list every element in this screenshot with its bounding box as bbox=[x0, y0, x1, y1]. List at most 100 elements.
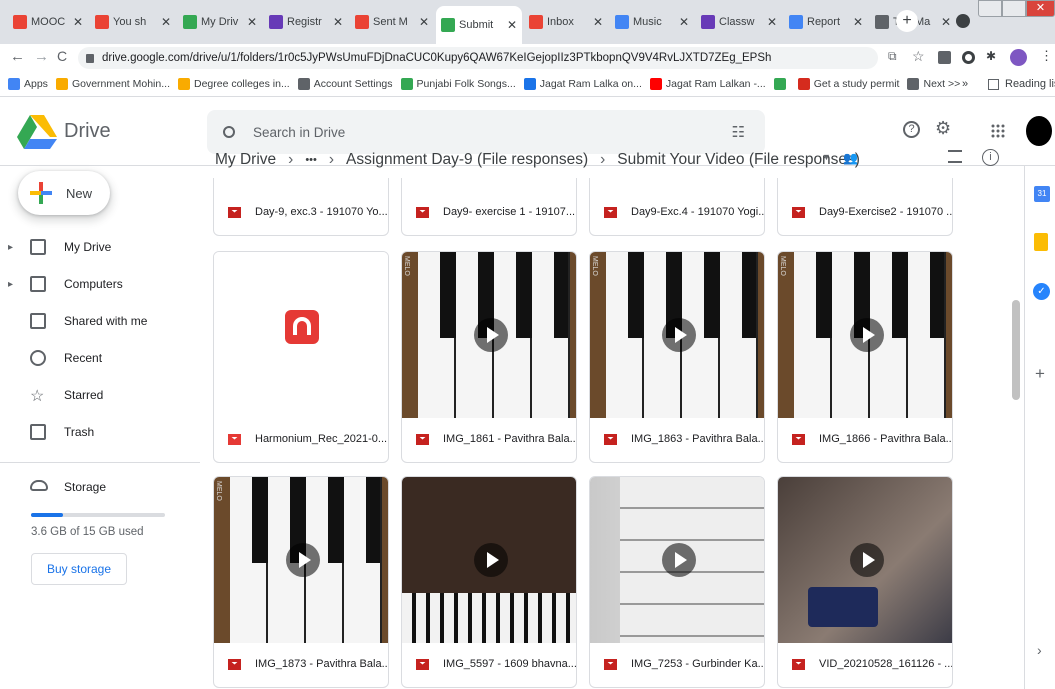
browser-tab[interactable]: Music ✕ bbox=[610, 8, 694, 36]
url-field[interactable]: drive.google.com/drive/u/1/folders/1r0c5… bbox=[78, 47, 878, 69]
browser-tab[interactable]: Sent M ✕ bbox=[350, 8, 434, 36]
bookmark-item[interactable]: Degree colleges in... bbox=[177, 78, 290, 90]
extension-b-icon[interactable] bbox=[938, 51, 951, 64]
list-view-icon[interactable] bbox=[948, 150, 962, 163]
bookmark-item[interactable]: Next >> bbox=[907, 78, 960, 90]
file-card[interactable]: IMG_5597 - 1609 bhavna... bbox=[401, 476, 577, 688]
reading-list[interactable]: Reading list bbox=[1005, 78, 1055, 90]
file-card[interactable]: Day9-Exc.4 - 191070 Yogi... bbox=[589, 178, 765, 236]
sidebar-item-starred[interactable]: ☆ Starred bbox=[0, 380, 200, 410]
settings-gear-icon[interactable]: ⚙ bbox=[935, 118, 951, 139]
new-button[interactable]: New bbox=[18, 171, 110, 215]
search-input[interactable]: Search in Drive bbox=[253, 125, 345, 140]
expand-arrow-icon[interactable]: ▸ bbox=[8, 279, 13, 290]
play-icon[interactable] bbox=[850, 318, 884, 352]
sidebar-item-recent[interactable]: Recent bbox=[0, 343, 200, 373]
sidebar-item-my-drive[interactable]: ▸ My Drive bbox=[0, 232, 200, 262]
minimize-icon[interactable] bbox=[978, 0, 1002, 17]
close-tab-icon[interactable]: ✕ bbox=[417, 15, 429, 29]
apps-grid-icon[interactable] bbox=[991, 124, 1005, 138]
expand-panel-icon[interactable]: › bbox=[1037, 642, 1042, 658]
install-icon[interactable]: ⧉ bbox=[888, 49, 897, 64]
bookmark-star-icon[interactable]: ☆ bbox=[912, 48, 925, 65]
file-card[interactable]: MELO IMG_1863 - Pavithra Bala... bbox=[589, 251, 765, 463]
file-card[interactable]: Harmonium_Rec_2021-0... bbox=[213, 251, 389, 463]
browser-tab[interactable]: Inbox ✕ bbox=[524, 8, 608, 36]
file-card[interactable]: MELO IMG_1861 - Pavithra Bala... bbox=[401, 251, 577, 463]
browser-tab[interactable]: Classw ✕ bbox=[696, 8, 782, 36]
browser-tab[interactable]: My Driv ✕ bbox=[178, 8, 262, 36]
app-name[interactable]: Drive bbox=[64, 120, 111, 143]
play-icon[interactable] bbox=[662, 318, 696, 352]
bookmark-item[interactable]: Punjabi Folk Songs... bbox=[400, 78, 516, 90]
close-tab-icon[interactable]: ✕ bbox=[939, 15, 951, 29]
reload-icon[interactable]: C bbox=[57, 48, 67, 64]
browser-tab[interactable]: Report ✕ bbox=[784, 8, 868, 36]
bookmark-item[interactable]: Get a study permit bbox=[797, 78, 899, 90]
reading-list-icon[interactable] bbox=[988, 79, 999, 90]
extensions-puzzle-icon[interactable]: ✱ bbox=[986, 49, 996, 63]
close-tab-icon[interactable]: ✕ bbox=[331, 15, 343, 29]
search-options-icon[interactable]: ☷ bbox=[732, 123, 745, 141]
play-icon[interactable] bbox=[286, 543, 320, 577]
play-icon[interactable] bbox=[662, 543, 696, 577]
bookmark-item[interactable]: Account Settings bbox=[297, 78, 393, 90]
account-avatar[interactable] bbox=[1026, 116, 1052, 146]
play-icon[interactable] bbox=[850, 543, 884, 577]
profile-icon[interactable] bbox=[956, 14, 970, 28]
account-avatar-icon[interactable] bbox=[1010, 49, 1027, 66]
bookmark-item[interactable]: Apps bbox=[8, 78, 48, 90]
scrollbar[interactable] bbox=[1012, 300, 1020, 400]
file-card[interactable]: MELO IMG_1866 - Pavithra Bala... bbox=[777, 251, 953, 463]
info-icon[interactable]: i bbox=[982, 149, 999, 166]
breadcrumb-dropdown-icon[interactable]: ▼ bbox=[822, 152, 831, 162]
shared-folder-icon[interactable]: 👥 bbox=[843, 151, 858, 165]
close-tab-icon[interactable]: ✕ bbox=[245, 15, 257, 29]
close-tab-icon[interactable]: ✕ bbox=[159, 15, 171, 29]
sidebar-item-shared-with-me[interactable]: Shared with me bbox=[0, 306, 200, 336]
keep-icon[interactable] bbox=[1034, 233, 1048, 251]
bookmark-item[interactable]: Jagat Ram Lalka on... bbox=[523, 78, 642, 90]
drive-logo-icon[interactable] bbox=[17, 115, 57, 149]
play-icon[interactable] bbox=[474, 543, 508, 577]
file-card[interactable]: IMG_7253 - Gurbinder Ka... bbox=[589, 476, 765, 688]
search-icon[interactable] bbox=[223, 126, 235, 138]
browser-tab[interactable]: MOOC ✕ bbox=[8, 8, 88, 36]
play-icon[interactable] bbox=[474, 318, 508, 352]
file-card[interactable]: Day-9, exc.3 - 191070 Yo... bbox=[213, 178, 389, 236]
buy-storage-button[interactable]: Buy storage bbox=[31, 553, 127, 585]
browser-tab[interactable]: Registr ✕ bbox=[264, 8, 348, 36]
breadcrumb-overflow[interactable]: ••• bbox=[305, 154, 317, 166]
bookmark-item[interactable]: Jagat Ram Lalkan -... bbox=[649, 78, 766, 90]
extension-o-icon[interactable] bbox=[962, 51, 975, 64]
forward-icon[interactable]: → bbox=[34, 48, 49, 65]
maximize-icon[interactable] bbox=[1002, 0, 1026, 17]
storage-label[interactable]: Storage bbox=[64, 480, 106, 494]
browser-tab[interactable]: Submit ✕ bbox=[436, 6, 522, 44]
file-card[interactable]: Day9- exercise 1 - 19107... bbox=[401, 178, 577, 236]
close-tab-icon[interactable]: ✕ bbox=[677, 15, 689, 29]
browser-menu-icon[interactable]: ⋮ bbox=[1040, 48, 1053, 64]
help-icon[interactable]: ? bbox=[903, 121, 920, 138]
close-tab-icon[interactable]: ✕ bbox=[71, 15, 83, 29]
sidebar-item-trash[interactable]: Trash bbox=[0, 417, 200, 447]
calendar-icon[interactable]: 31 bbox=[1034, 186, 1050, 202]
bookmark-item[interactable] bbox=[773, 78, 790, 90]
close-tab-icon[interactable]: ✕ bbox=[505, 18, 517, 32]
tasks-icon[interactable]: ✓ bbox=[1033, 283, 1050, 300]
back-icon[interactable]: ← bbox=[10, 48, 25, 65]
breadcrumb-item[interactable]: My Drive bbox=[215, 151, 276, 169]
breadcrumb-item[interactable]: Assignment Day-9 (File responses) bbox=[346, 151, 588, 169]
file-card[interactable]: VID_20210528_161126 - ... bbox=[777, 476, 953, 688]
new-tab-button[interactable]: + bbox=[896, 10, 918, 32]
close-window-icon[interactable]: ✕ bbox=[1026, 0, 1055, 17]
close-tab-icon[interactable]: ✕ bbox=[591, 15, 603, 29]
browser-tab[interactable]: You sh ✕ bbox=[90, 8, 176, 36]
bookmark-item[interactable]: Government Mohin... bbox=[55, 78, 170, 90]
add-addon-icon[interactable]: + bbox=[1035, 364, 1045, 384]
sidebar-item-computers[interactable]: ▸ Computers bbox=[0, 269, 200, 299]
expand-arrow-icon[interactable]: ▸ bbox=[8, 242, 13, 253]
file-card[interactable]: Day9-Exercise2 - 191070 ... bbox=[777, 178, 953, 236]
file-card[interactable]: MELO IMG_1873 - Pavithra Bala... bbox=[213, 476, 389, 688]
close-tab-icon[interactable]: ✕ bbox=[851, 15, 863, 29]
